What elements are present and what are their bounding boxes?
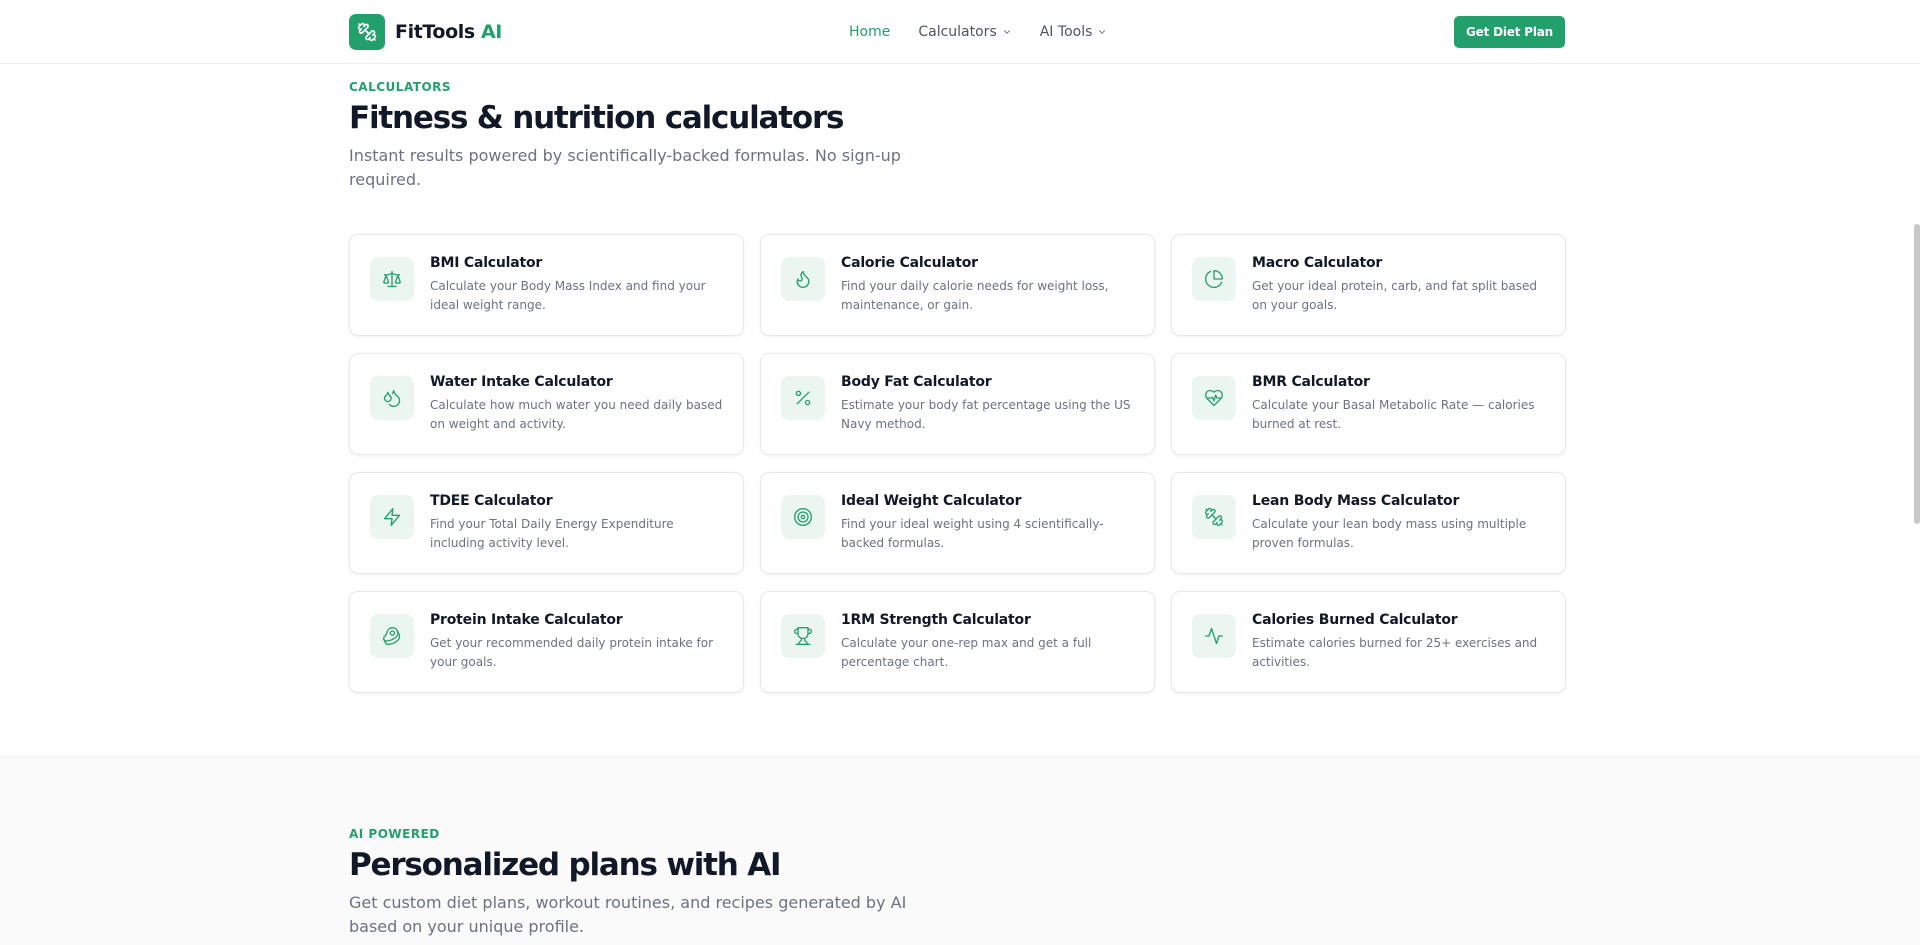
card-ideal-weight-calculator[interactable]: Ideal Weight Calculator Find your ideal … bbox=[760, 472, 1155, 574]
section-eyebrow: CALCULATORS bbox=[349, 80, 452, 94]
calculators-heading: CALCULATORS Fitness & nutrition calculat… bbox=[349, 80, 1565, 192]
nav-calculators[interactable]: Calculators bbox=[918, 24, 1011, 40]
card-description: Get your ideal protein, carb, and fat sp… bbox=[1252, 279, 1538, 312]
beef-icon bbox=[370, 614, 414, 658]
card-title: Calorie Calculator bbox=[841, 255, 978, 271]
card-description: Estimate calories burned for 25+ exercis… bbox=[1252, 636, 1538, 669]
card-water-intake-calculator[interactable]: Water Intake Calculator Calculate how mu… bbox=[349, 353, 744, 455]
card-title: TDEE Calculator bbox=[430, 493, 553, 509]
logo-accent: AI bbox=[480, 21, 502, 43]
zap-icon bbox=[370, 495, 414, 539]
percent-icon bbox=[781, 376, 825, 420]
ai-section-subtitle: Get custom diet plans, workout routines,… bbox=[349, 893, 907, 936]
card-calories-burned-calculator[interactable]: Calories Burned Calculator Estimate calo… bbox=[1171, 591, 1566, 693]
activity-icon bbox=[1192, 614, 1236, 658]
card-1rm-strength-calculator[interactable]: 1RM Strength Calculator Calculate your o… bbox=[760, 591, 1155, 693]
trophy-icon bbox=[781, 614, 825, 658]
ai-powered-section: AI POWERED Personalized plans with AI Ge… bbox=[0, 756, 1920, 945]
navbar-inner: FitTools AI Home Calculators AI Tools Ge… bbox=[349, 0, 1565, 64]
calculator-grid: BMI Calculator Calculate your Body Mass … bbox=[349, 234, 1566, 693]
pie-chart-icon bbox=[1192, 257, 1236, 301]
heart-pulse-icon bbox=[1192, 376, 1236, 420]
card-bmi-calculator[interactable]: BMI Calculator Calculate your Body Mass … bbox=[349, 234, 744, 336]
ai-heading: AI POWERED Personalized plans with AI Ge… bbox=[349, 827, 1565, 939]
card-description: Get your recommended daily protein intak… bbox=[430, 636, 714, 669]
card-macro-calculator[interactable]: Macro Calculator Get your ideal protein,… bbox=[1171, 234, 1566, 336]
dumbbell-icon bbox=[1192, 495, 1236, 539]
calculators-section: CALCULATORS Fitness & nutrition calculat… bbox=[0, 64, 1920, 756]
card-description: Find your Total Daily Energy Expenditure… bbox=[430, 517, 674, 550]
logo-link[interactable]: FitTools AI bbox=[349, 14, 502, 50]
card-body-fat-calculator[interactable]: Body Fat Calculator Estimate your body f… bbox=[760, 353, 1155, 455]
page-scrollbar[interactable] bbox=[1912, 0, 1920, 945]
chevron-down-icon bbox=[1003, 30, 1010, 34]
card-title: BMI Calculator bbox=[430, 255, 543, 271]
card-title: Macro Calculator bbox=[1252, 255, 1383, 271]
dumbbell-logo-icon bbox=[349, 14, 385, 50]
card-title: Body Fat Calculator bbox=[841, 374, 992, 390]
card-title: Calories Burned Calculator bbox=[1252, 612, 1458, 628]
card-lean-body-mass-calculator[interactable]: Lean Body Mass Calculator Calculate your… bbox=[1171, 472, 1566, 574]
flame-icon bbox=[781, 257, 825, 301]
card-title: Lean Body Mass Calculator bbox=[1252, 493, 1460, 509]
scale-icon bbox=[370, 257, 414, 301]
nav-ai-tools-label: AI Tools bbox=[1039, 24, 1093, 40]
card-description: Find your daily calorie needs for weight… bbox=[841, 279, 1109, 312]
nav-home-label: Home bbox=[849, 24, 891, 40]
card-protein-intake-calculator[interactable]: Protein Intake Calculator Get your recom… bbox=[349, 591, 744, 693]
card-description: Calculate your Body Mass Index and find … bbox=[430, 279, 706, 312]
card-description: Calculate your lean body mass using mult… bbox=[1252, 517, 1527, 550]
droplets-icon bbox=[370, 376, 414, 420]
card-description: Calculate your one-rep max and get a ful… bbox=[841, 636, 1092, 669]
card-description: Calculate how much water you need daily … bbox=[430, 398, 723, 431]
chevron-down-icon bbox=[1099, 30, 1106, 34]
nav-ai-tools[interactable]: AI Tools bbox=[1040, 24, 1108, 40]
card-tdee-calculator[interactable]: TDEE Calculator Find your Total Daily En… bbox=[349, 472, 744, 574]
card-title: BMR Calculator bbox=[1252, 374, 1370, 390]
target-icon bbox=[781, 495, 825, 539]
logo-main: FitTools bbox=[395, 21, 475, 43]
card-description: Find your ideal weight using 4 scientifi… bbox=[841, 517, 1104, 550]
get-diet-plan-button[interactable]: Get Diet Plan bbox=[1454, 16, 1565, 48]
scrollbar-thumb[interactable] bbox=[1914, 224, 1920, 524]
section-title: Fitness & nutrition calculators bbox=[349, 100, 844, 136]
ai-section-title: Personalized plans with AI bbox=[349, 847, 782, 883]
card-title: 1RM Strength Calculator bbox=[841, 612, 1031, 628]
card-bmr-calculator[interactable]: BMR Calculator Calculate your Basal Meta… bbox=[1171, 353, 1566, 455]
card-description: Calculate your Basal Metabolic Rate — ca… bbox=[1252, 398, 1535, 431]
top-navbar: FitTools AI Home Calculators AI Tools Ge… bbox=[0, 0, 1920, 64]
card-title: Water Intake Calculator bbox=[430, 374, 613, 390]
card-title: Ideal Weight Calculator bbox=[841, 493, 1022, 509]
card-description: Estimate your body fat percentage using … bbox=[841, 398, 1131, 431]
main-nav: Home Calculators AI Tools bbox=[849, 0, 1107, 64]
card-title: Protein Intake Calculator bbox=[430, 612, 623, 628]
ai-section-eyebrow: AI POWERED bbox=[349, 827, 440, 841]
nav-home[interactable]: Home bbox=[849, 24, 890, 40]
logo-text: FitTools AI bbox=[395, 21, 502, 43]
nav-calculators-label: Calculators bbox=[918, 24, 997, 40]
section-subtitle: Instant results powered by scientificall… bbox=[349, 146, 901, 189]
card-calorie-calculator[interactable]: Calorie Calculator Find your daily calor… bbox=[760, 234, 1155, 336]
